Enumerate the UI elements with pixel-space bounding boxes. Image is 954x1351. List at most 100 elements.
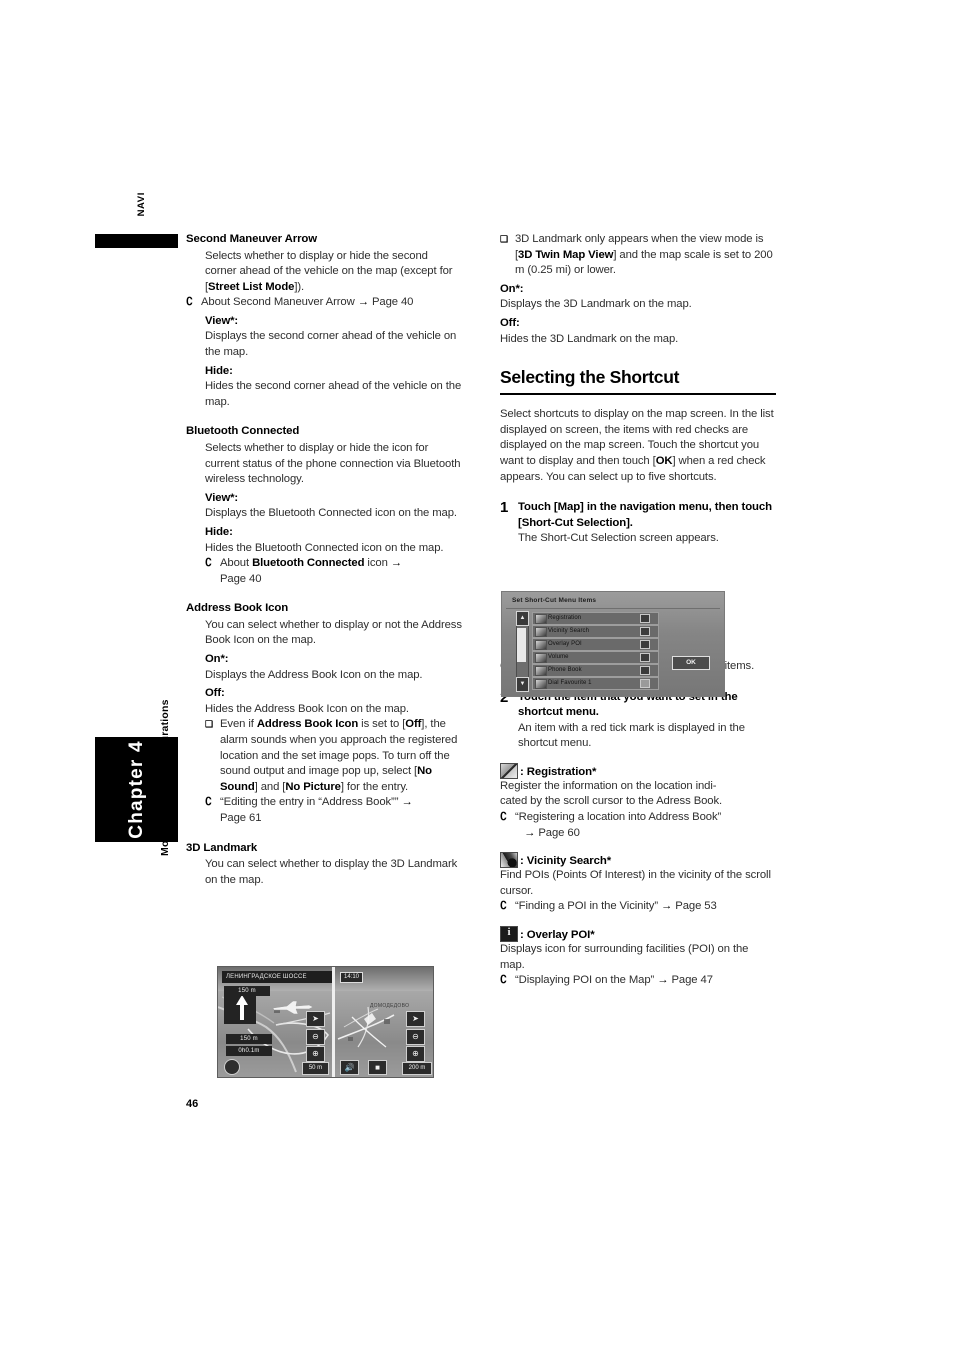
shortcut-item-overlay-poi: : Overlay POI* Displays icon for surroun…: [500, 926, 776, 989]
registration-icon: [500, 762, 518, 779]
section-intro: Select shortcuts to display on the map s…: [500, 408, 774, 483]
reference-line: ∁ “Finding a POI in the Vicinity” → Page…: [500, 899, 776, 915]
list-item-check[interactable]: [640, 614, 650, 623]
remaining-distance-readout: 150 m: [226, 1034, 272, 1044]
see-also-icon: ∁: [500, 900, 507, 913]
step-number: 1: [500, 499, 509, 517]
shortcut-item-body: Displays icon for surrounding facilities…: [500, 943, 749, 971]
figure-shortcut-selection-screen: Set Short-Cut Menu Items ▲ ▼ Registratio…: [501, 591, 725, 697]
map-left-zoom-in-button[interactable]: ⊕: [306, 1046, 325, 1062]
reference-text: About Bluetooth Connected icon → Page 40: [220, 557, 402, 585]
map-street-name: ЛЕНИНГРАДСКОЕ ШОССЕ: [222, 971, 332, 983]
option-label: On*:: [500, 282, 524, 295]
reference-text: “Finding a POI in the Vicinity” → Page 5…: [515, 900, 717, 913]
screen-list-item[interactable]: Dial Favourite 1: [532, 677, 659, 690]
scroll-down-button[interactable]: ▼: [516, 677, 529, 692]
option-text: Displays the Bluetooth Connected icon on…: [205, 507, 457, 520]
screen-list-item[interactable]: Vicinity Search: [532, 625, 659, 638]
chapter-subtitle: Modifying Map Configurations: [159, 699, 171, 856]
list-item-icon: [535, 653, 547, 663]
step-1: 1 Touch [Map] in the navigation menu, th…: [500, 500, 776, 547]
option-label: On*:: [205, 652, 229, 665]
step-title: Touch [Map] in the navigation menu, then…: [518, 501, 772, 529]
list-item-check[interactable]: [640, 653, 650, 662]
option-label: Off:: [500, 316, 520, 329]
map-right-zoom-in-button[interactable]: ⊕: [406, 1046, 425, 1062]
reference-text: “Displaying POI on the Map” → Page 47: [515, 974, 713, 987]
figure-3d-twin-map-screenshot: ЛЕНИНГРАДСКОЕ ШОССЕ 150 m 150 m 0h0.1m 1…: [217, 966, 434, 1078]
section-second-maneuver-arrow: Second Maneuver Arrow Selects whether to…: [186, 232, 462, 410]
manual-page: NAVI Chapter 4 Modifying Map Configurati…: [0, 0, 954, 1351]
list-item-icon: [535, 679, 547, 689]
list-item-icon: [535, 627, 547, 637]
list-item-check[interactable]: [640, 679, 650, 688]
list-item-label: Vicinity Search: [548, 628, 590, 634]
screen-list-item[interactable]: Registration: [532, 612, 659, 625]
page-number: 46: [186, 1098, 199, 1110]
map-clock: 14:10: [340, 972, 364, 983]
section-address-book-icon: Address Book Icon You can select whether…: [186, 601, 462, 826]
option-text: Displays the Address Book Icon on the ma…: [205, 668, 423, 681]
section-heading: 3D Landmark: [186, 841, 258, 854]
navi-tab-label: NAVI: [136, 192, 147, 217]
shortcut-item-label: : Registration*: [520, 765, 597, 778]
see-also-icon: ∁: [205, 557, 212, 570]
see-also-icon: ∁: [500, 811, 507, 824]
list-item-check[interactable]: [640, 627, 650, 636]
section-heading: Bluetooth Connected: [186, 425, 300, 438]
list-item-check[interactable]: [640, 666, 650, 675]
note-line: ❑ Even if Address Book Icon is set to [O…: [205, 717, 462, 795]
section-body: You can select whether to display the 3D…: [205, 858, 458, 886]
section-heading: Second Maneuver Arrow: [186, 233, 318, 245]
screen-title-rule: [506, 608, 720, 609]
reference-text: “Editing the entry in “Address Book”” → P…: [220, 796, 413, 824]
see-also-icon: ∁: [186, 296, 193, 309]
map-left-zoom-out-button[interactable]: ⊖: [306, 1029, 325, 1045]
note-icon: ❑: [500, 234, 508, 244]
note-text: 3D Landmark only appears when the view m…: [515, 233, 773, 277]
list-item-icon: [535, 614, 547, 624]
map-left-pan-button[interactable]: ➤: [306, 1011, 325, 1027]
list-item-label: Dial Favourite 1: [548, 680, 592, 686]
option-text: Hides the 3D Landmark on the map.: [500, 332, 679, 345]
screen-list-item[interactable]: Volume: [532, 651, 659, 664]
option-label: Hide:: [205, 364, 233, 377]
screen-ok-button[interactable]: OK: [672, 656, 710, 670]
option-text: Hides the second corner ahead of the veh…: [205, 380, 462, 408]
option-label: View*:: [205, 491, 239, 504]
map-volume-button[interactable]: 🔊: [340, 1060, 359, 1075]
step-2: 2 Touch the item that you want to set in…: [500, 688, 776, 752]
option-text: Hides the Address Book Icon on the map.: [205, 702, 409, 715]
reference-line: ∁ About Bluetooth Connected icon → Page 4…: [205, 556, 462, 587]
list-item-check[interactable]: [640, 640, 650, 649]
reference-line: ∁ “Displaying POI on the Map” → Page 47: [500, 973, 776, 989]
screen-scrollbar-thumb[interactable]: [517, 628, 526, 662]
map-right-pan-button[interactable]: ➤: [406, 1011, 425, 1027]
option-label: Off:: [205, 687, 225, 700]
map-view-mode-button[interactable]: ■: [368, 1060, 387, 1075]
list-item-label: Volume: [548, 654, 569, 660]
reference-line: ∁ About Second Maneuver Arrow → Page 40: [186, 295, 462, 311]
option-label: Hide:: [205, 525, 233, 538]
screen-list-item[interactable]: Overlay POI: [532, 638, 659, 651]
option-text: Displays the 3D Landmark on the map.: [500, 298, 692, 311]
section-body: You can select whether to display or not…: [205, 618, 462, 647]
screen-title: Set Short-Cut Menu Items: [512, 597, 597, 604]
option-text: Displays the second corner ahead of the …: [205, 330, 457, 359]
reference-line: ∁ “Editing the entry in “Address Book”” …: [205, 795, 462, 826]
screen-list-item[interactable]: Phone Book: [532, 664, 659, 677]
list-item-icon: [535, 666, 547, 676]
note-line: ❑ 3D Landmark only appears when the view…: [500, 232, 776, 279]
map-right-zoom-out-button[interactable]: ⊖: [406, 1029, 425, 1045]
step-number: 2: [500, 688, 509, 706]
step-body: The Short-Cut Selection screen appears.: [518, 532, 719, 545]
note-icon: ❑: [205, 719, 213, 730]
shortcut-item-body: Find POIs (Points Of Interest) in the vi…: [500, 869, 771, 897]
map-right-scale: 200 m: [402, 1062, 432, 1075]
scroll-up-button[interactable]: ▲: [516, 611, 529, 626]
section-body: Selects whether to display or hide the s…: [205, 249, 453, 293]
section-body: Selects whether to display or hide the i…: [205, 441, 461, 486]
maneuver-distance-readout: 150 m: [224, 986, 270, 996]
option-label: View*:: [205, 314, 239, 327]
twin-map-divider: [332, 967, 335, 1077]
